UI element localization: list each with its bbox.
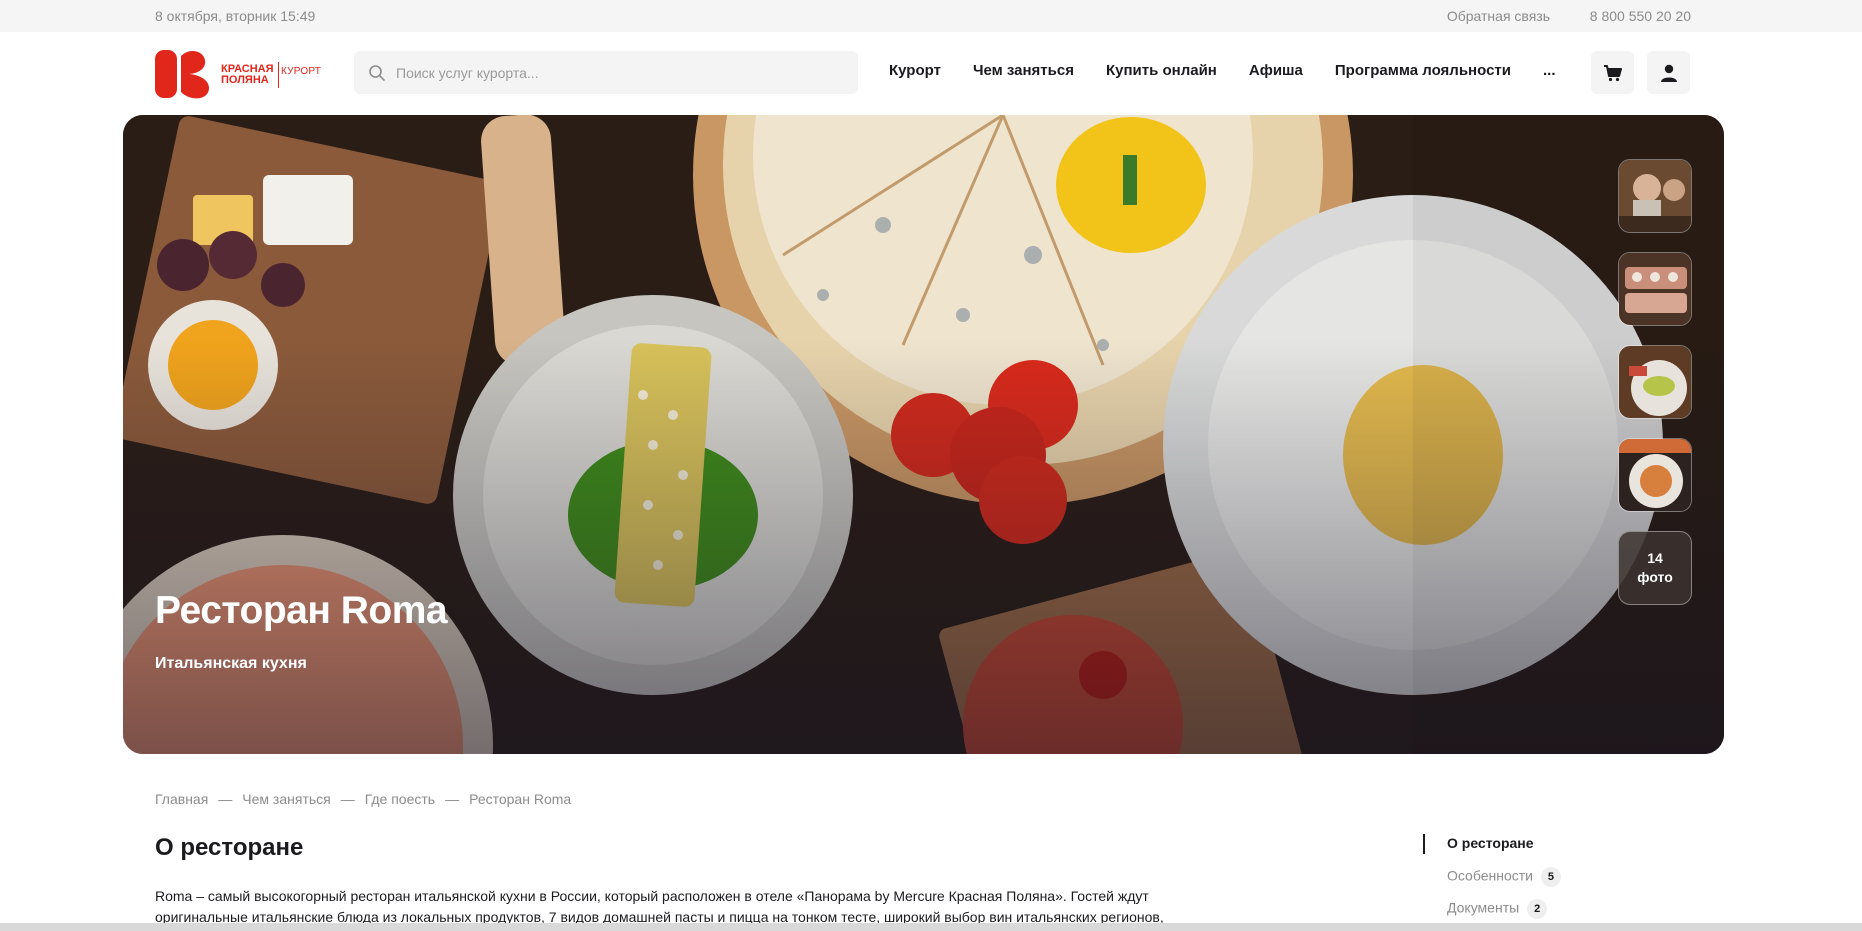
- profile-button[interactable]: [1647, 51, 1690, 94]
- nav-item-activities[interactable]: Чем заняться: [973, 62, 1074, 79]
- cart-icon: [1603, 64, 1622, 81]
- side-nav-about[interactable]: О ресторане: [1447, 835, 1534, 851]
- hero-overlay: [123, 115, 1724, 754]
- photo-thumbnail[interactable]: [1618, 159, 1692, 233]
- search-box[interactable]: [354, 51, 858, 94]
- count-badge: 2: [1527, 899, 1548, 919]
- nav-item-events[interactable]: Афиша: [1249, 62, 1303, 79]
- logo-divider: [278, 62, 279, 88]
- photo-thumbnail[interactable]: [1618, 438, 1692, 512]
- current-date: 8 октября, вторник 15:49: [155, 8, 316, 24]
- top-utility-bar: 8 октября, вторник 15:49 Обратная связь …: [0, 0, 1862, 32]
- count-badge: 5: [1540, 867, 1561, 887]
- horizontal-scrollbar[interactable]: [0, 923, 1862, 931]
- logo-wordmark: Красная Поляна: [221, 63, 274, 86]
- search-icon: [369, 65, 385, 81]
- logo[interactable]: Красная Поляна Курорт: [155, 48, 330, 100]
- user-icon: [1660, 64, 1677, 82]
- nav-item-resort[interactable]: Курорт: [889, 62, 941, 79]
- nav-more-button[interactable]: ...: [1543, 62, 1556, 79]
- cuisine-label: Итальянская кухня: [155, 655, 307, 672]
- cart-button[interactable]: [1591, 51, 1634, 94]
- breadcrumb-home[interactable]: Главная: [155, 791, 208, 807]
- breadcrumb-current: Ресторан Roma: [469, 791, 572, 807]
- breadcrumb-where-to-eat[interactable]: Где поесть: [365, 791, 435, 807]
- breadcrumb-separator: —: [340, 791, 355, 807]
- section-title: О ресторане: [155, 834, 304, 861]
- feedback-link[interactable]: Обратная связь: [1447, 8, 1550, 24]
- phone-link[interactable]: 8 800 550 20 20: [1590, 8, 1691, 24]
- logo-subtitle: Курорт: [281, 66, 322, 77]
- breadcrumb-separator: —: [445, 791, 460, 807]
- active-indicator: [1423, 834, 1425, 854]
- logo-k-icon: [155, 50, 209, 99]
- site-header: Красная Поляна Курорт Курорт Чем занятьс…: [0, 32, 1862, 114]
- breadcrumb: Главная — Чем заняться — Где поесть — Ресторан…: [155, 791, 571, 807]
- breadcrumb-activities[interactable]: Чем заняться: [242, 791, 330, 807]
- search-input[interactable]: [396, 51, 846, 94]
- photo-thumbnail[interactable]: [1618, 252, 1692, 326]
- breadcrumb-separator: —: [218, 791, 233, 807]
- main-nav: Курорт Чем заняться Купить онлайн Афиша …: [889, 62, 1556, 79]
- side-nav-documents[interactable]: Документы 2: [1447, 899, 1548, 919]
- nav-item-loyalty[interactable]: Программа лояльности: [1335, 62, 1511, 79]
- side-nav-features[interactable]: Особенности 5: [1447, 867, 1561, 887]
- photo-count: 14: [1647, 550, 1663, 566]
- hero-gallery[interactable]: Ресторан Roma Итальянская кухня 14 фото: [123, 115, 1724, 754]
- page-title: Ресторан Roma: [155, 589, 448, 632]
- all-photos-button[interactable]: 14 фото: [1618, 531, 1692, 605]
- about-text: Roma – самый высокогорный ресторан италь…: [155, 888, 1164, 925]
- photo-thumbnail[interactable]: [1618, 345, 1692, 419]
- nav-item-buy-online[interactable]: Купить онлайн: [1106, 62, 1217, 79]
- photo-count-label: фото: [1637, 569, 1673, 585]
